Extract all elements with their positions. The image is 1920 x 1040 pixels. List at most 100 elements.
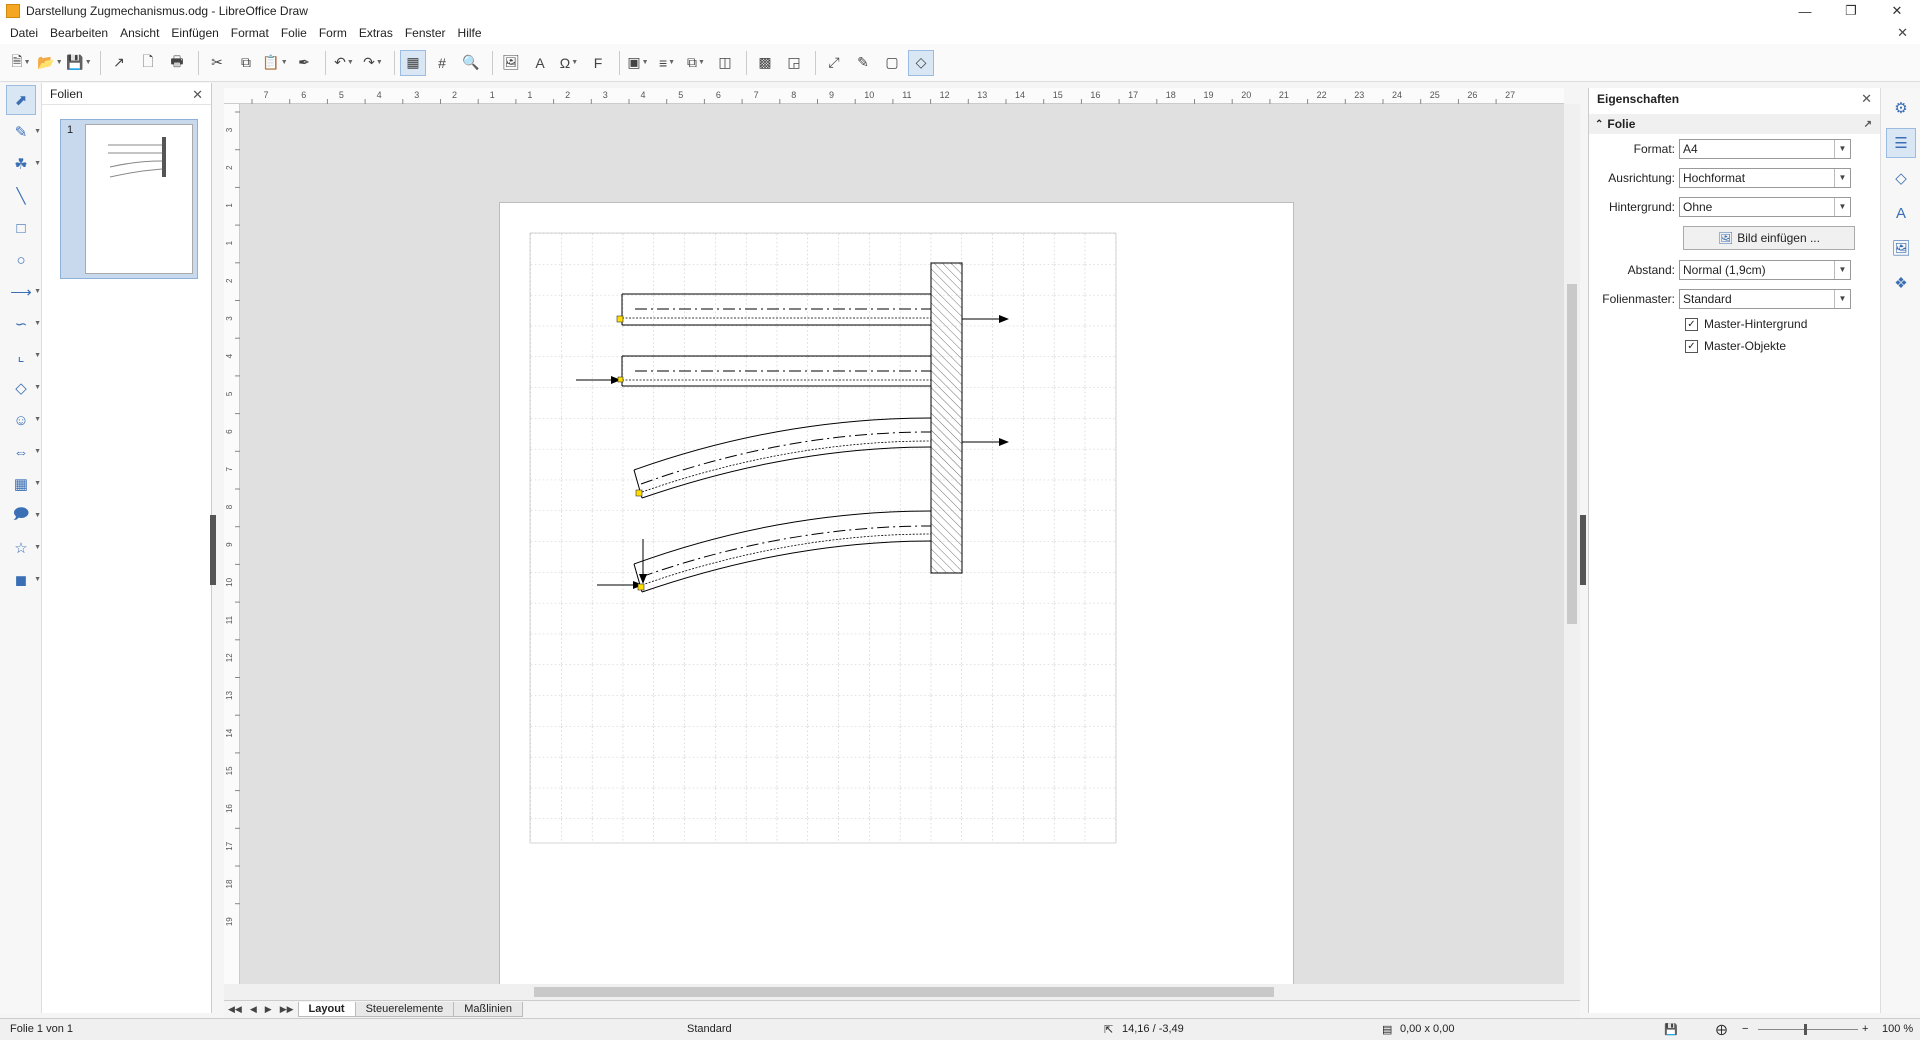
copy-icon[interactable]: ⧉	[233, 50, 259, 76]
select-arrow-icon[interactable]: ⬈	[6, 85, 36, 115]
background-select[interactable]: Ohne ▼	[1679, 196, 1851, 217]
paste-icon[interactable]: 📋 ▼	[262, 50, 288, 76]
block-arrows-icon[interactable]: ⇔ ▼	[6, 437, 42, 467]
menu-hilfe[interactable]: Hilfe	[452, 26, 488, 40]
menu-folie[interactable]: Folie	[275, 26, 313, 40]
close-window-button[interactable]: ✕	[1874, 0, 1920, 22]
fit-page-icon[interactable]: ⨁	[1716, 1023, 1727, 1036]
menu-extras[interactable]: Extras	[353, 26, 399, 40]
points-icon[interactable]: ⤢	[821, 50, 847, 76]
flowchart-icon[interactable]: ▦ ▼	[6, 469, 41, 499]
toggle-extrusion-icon[interactable]: ▢	[879, 50, 905, 76]
vertical-ruler[interactable]: 3 2 1 1 2 3 4 5 6 7 8 9 10 11 12 13 14 15 16 17 18 19	[224, 104, 240, 984]
margin-select[interactable]: Normal (1,9cm) ▼	[1679, 259, 1851, 280]
gallery-icon[interactable]: 🖼	[1886, 233, 1916, 263]
tab-steuerelemente[interactable]: Steuerelemente	[354, 1002, 455, 1017]
menu-einfuegen[interactable]: Einfügen	[165, 26, 224, 40]
zoom-slider[interactable]	[1758, 1029, 1858, 1030]
right-panel-splitter[interactable]	[1580, 515, 1586, 585]
master-background-checkbox-row[interactable]: ✓ Master-Hintergrund	[1589, 313, 1880, 335]
insert-image-button[interactable]: 🖼 Bild einfügen ...	[1683, 226, 1855, 250]
last-tab-icon[interactable]: ▶▶	[280, 1004, 294, 1015]
connector-icon[interactable]: ⌞ ▼	[6, 341, 41, 371]
collapse-chevron-icon[interactable]: ⌃	[1595, 119, 1603, 130]
first-tab-icon[interactable]: ◀◀	[228, 1004, 242, 1015]
transformations-icon[interactable]: ▣ ▼	[625, 50, 651, 76]
left-panel-splitter[interactable]	[210, 515, 216, 585]
minimize-button[interactable]: —	[1782, 0, 1828, 22]
arrange-icon[interactable]: ⧉ ▼	[683, 50, 709, 76]
helplines-icon[interactable]: #	[429, 50, 455, 76]
section-folie[interactable]: ⌃ Folie ↗	[1589, 114, 1880, 134]
more-options-icon[interactable]: ↗	[1864, 119, 1872, 130]
orientation-select[interactable]: Hochformat ▼	[1679, 167, 1851, 188]
symbol-shapes-icon[interactable]: ☺ ▼	[6, 405, 41, 435]
rectangle-icon[interactable]: □	[6, 213, 36, 243]
tab-masslinien[interactable]: Maßlinien	[453, 1002, 523, 1017]
chevron-down-icon[interactable]: ▼	[1834, 197, 1850, 216]
open-folder-icon[interactable]: 📂 ▼	[37, 50, 63, 76]
3d-objects-icon[interactable]: ◼ ▼	[6, 565, 41, 595]
clone-formatting-icon[interactable]: ✒	[291, 50, 317, 76]
callouts-icon[interactable]: 🗩 ▼	[6, 501, 41, 531]
basic-shapes-icon[interactable]: ◇ ▼	[6, 373, 41, 403]
zoom-slider-handle[interactable]	[1804, 1024, 1807, 1035]
distribute-icon[interactable]: ◫	[712, 50, 738, 76]
horizontal-ruler[interactable]: 7 6 5 4 3 2 1 1 2 3 4 5 6 7 8 9 10 11 12 13 14 15 16 17 18 19 20 21…	[224, 88, 1564, 104]
print-icon[interactable]: 🖶	[164, 50, 190, 76]
horizontal-scroll-thumb[interactable]	[534, 987, 1274, 997]
export-pdf-icon[interactable]: 🗋	[135, 50, 161, 76]
menu-ansicht[interactable]: Ansicht	[114, 26, 165, 40]
restore-button[interactable]: ❐	[1828, 0, 1874, 22]
sidebar-settings-icon[interactable]: ⚙	[1886, 93, 1916, 123]
fill-color-icon[interactable]: ☘ ▼	[6, 149, 41, 179]
chevron-down-icon[interactable]: ▼	[1834, 289, 1850, 308]
close-sidebar-icon[interactable]: ✕	[1861, 91, 1872, 107]
fontwork-icon[interactable]: F	[585, 50, 611, 76]
insert-image-icon[interactable]: 🖼	[498, 50, 524, 76]
crop-image-icon[interactable]: ◲	[781, 50, 807, 76]
chevron-down-icon[interactable]: ▼	[1834, 139, 1850, 158]
vertical-scroll-thumb[interactable]	[1567, 284, 1577, 624]
master-objects-checkbox-row[interactable]: ✓ Master-Objekte	[1589, 335, 1880, 357]
drawing-page[interactable]	[499, 202, 1294, 984]
insert-textbox-icon[interactable]: A	[527, 50, 553, 76]
master-objects-checkbox[interactable]: ✓	[1685, 339, 1698, 353]
zoom-out-icon[interactable]: −	[1742, 1023, 1748, 1035]
vertical-scrollbar[interactable]	[1564, 104, 1580, 984]
master-select[interactable]: Standard ▼	[1679, 288, 1851, 309]
close-panel-icon[interactable]: ✕	[192, 87, 203, 103]
menu-form[interactable]: Form	[313, 26, 353, 40]
menu-format[interactable]: Format	[225, 26, 275, 40]
special-character-icon[interactable]: Ω ▼	[556, 50, 582, 76]
chevron-down-icon[interactable]: ▼	[1834, 168, 1850, 187]
line-color-icon[interactable]: ✎ ▼	[6, 117, 41, 147]
prev-tab-icon[interactable]: ◀	[250, 1004, 257, 1015]
slide-thumbnail[interactable]	[85, 124, 193, 274]
line-tool-icon[interactable]: ╲	[6, 181, 36, 211]
tab-layout[interactable]: Layout	[297, 1002, 356, 1017]
master-background-checkbox[interactable]: ✓	[1685, 317, 1698, 331]
curve-icon[interactable]: ∽ ▼	[6, 309, 41, 339]
properties-icon[interactable]: ☰	[1886, 128, 1916, 158]
display-grid-icon[interactable]: ▦	[400, 49, 426, 76]
glue-points-icon[interactable]: ✎	[850, 50, 876, 76]
stars-icon[interactable]: ☆ ▼	[6, 533, 41, 563]
align-objects-icon[interactable]: ≡ ▼	[654, 50, 680, 76]
lines-arrows-icon[interactable]: ⟶ ▼	[6, 277, 41, 307]
next-tab-icon[interactable]: ▶	[265, 1004, 272, 1015]
save-icon[interactable]: 💾 ▼	[66, 50, 92, 76]
menu-bearbeiten[interactable]: Bearbeiten	[44, 26, 114, 40]
export-icon[interactable]: ↗	[106, 50, 132, 76]
cut-icon[interactable]: ✂	[204, 50, 230, 76]
format-select[interactable]: A4 ▼	[1679, 138, 1851, 159]
master-layout-status[interactable]: Standard	[687, 1023, 732, 1035]
styles-icon[interactable]: A	[1886, 198, 1916, 228]
redo-icon[interactable]: ↷ ▼	[360, 50, 386, 76]
show-draw-functions-icon[interactable]: ◇	[908, 49, 934, 76]
zoom-icon[interactable]: 🔍	[458, 50, 484, 76]
chevron-down-icon[interactable]: ▼	[1834, 260, 1850, 279]
zoom-level[interactable]: 100 %	[1882, 1023, 1913, 1035]
shapes-icon[interactable]: ◇	[1886, 163, 1916, 193]
drawing-canvas[interactable]	[240, 104, 1564, 984]
